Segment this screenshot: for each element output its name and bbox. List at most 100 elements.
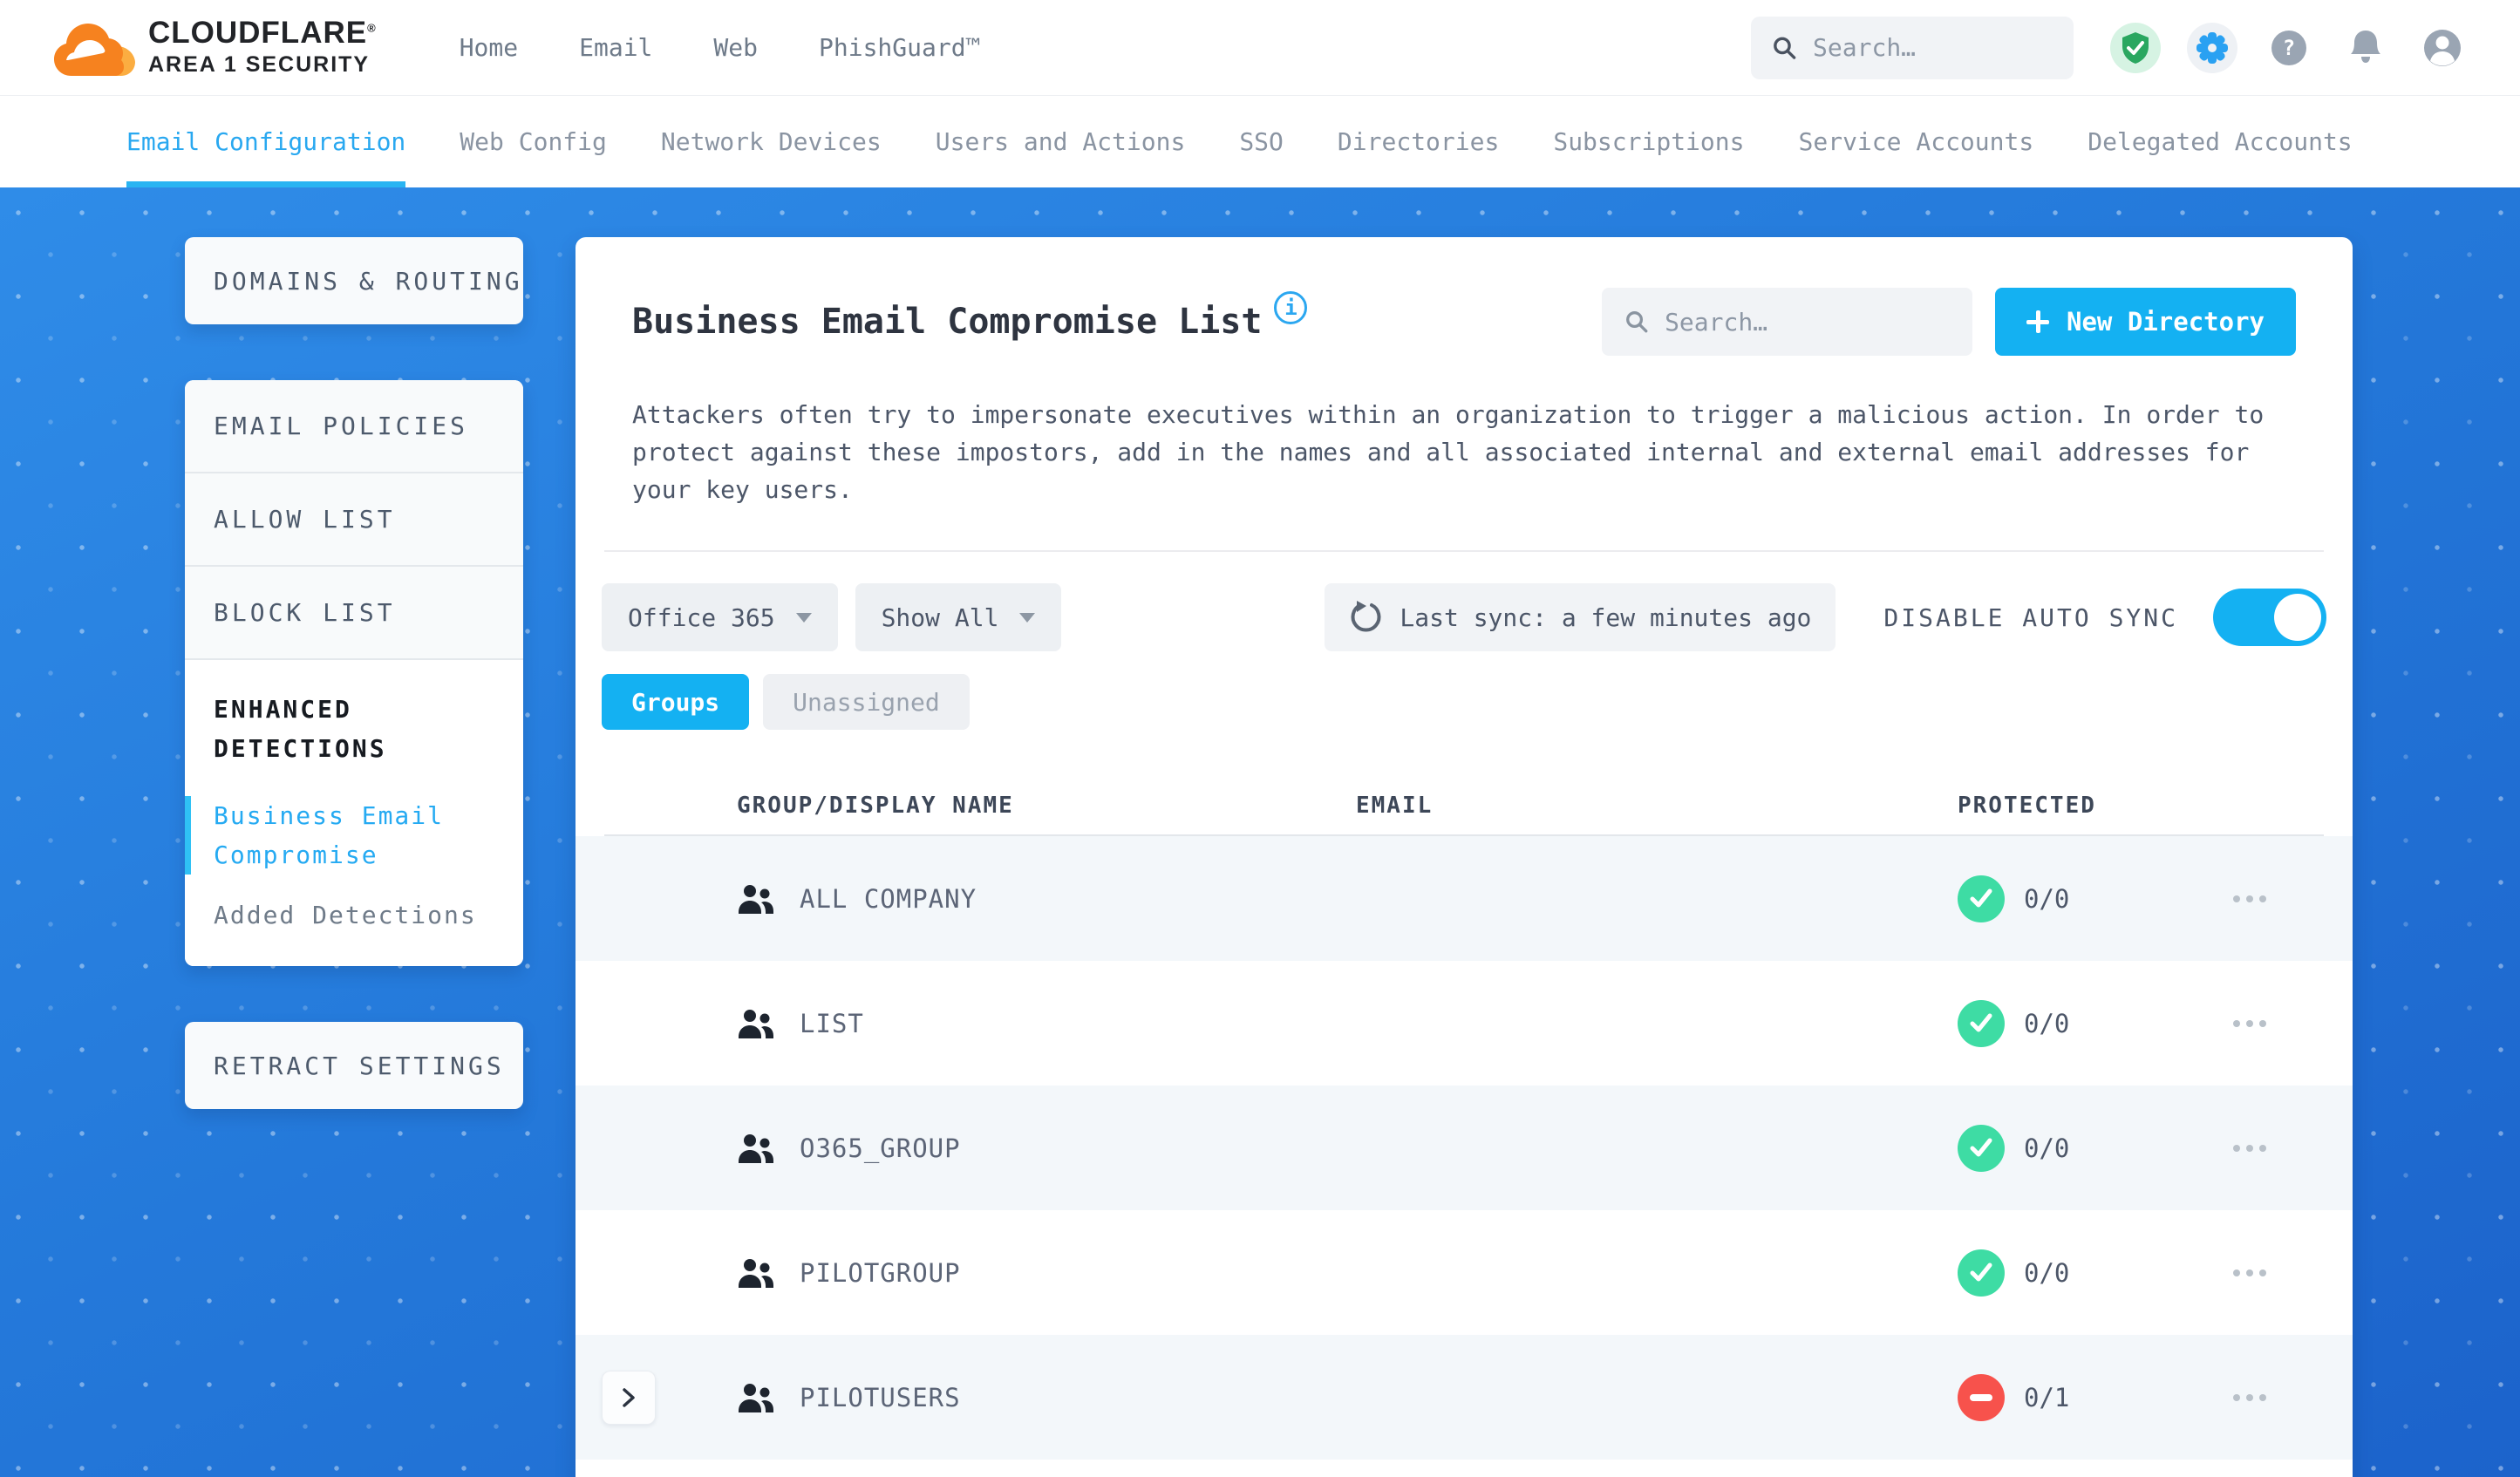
header-icon-row: ? <box>2110 22 2468 73</box>
table-row: ALL COMPANY 0/0 <box>576 836 2353 961</box>
last-sync-button[interactable]: Last sync: a few minutes ago <box>1325 583 1836 651</box>
directory-filter-dropdown[interactable]: Office 365 <box>602 583 838 651</box>
check-icon <box>1970 888 1992 907</box>
sidebar-item-block-list[interactable]: BLOCK LIST <box>185 567 523 660</box>
auto-sync-toggle[interactable] <box>2213 589 2326 646</box>
col-group-display-name: GROUP/DISPLAY NAME <box>737 793 1014 819</box>
panel-search[interactable] <box>1602 288 1973 356</box>
group-people-icon <box>739 1009 773 1038</box>
secondary-nav: Email Configuration Web Config Network D… <box>0 96 2520 187</box>
info-icon[interactable]: i <box>1274 291 1308 324</box>
last-sync-text: Last sync: a few minutes ago <box>1400 602 1812 632</box>
expander-cell <box>602 872 737 926</box>
sidebar-item-allow-list[interactable]: ALLOW LIST <box>185 473 523 567</box>
panel-header: Business Email Compromise List i New Dir… <box>632 288 2296 356</box>
logo-product: AREA 1 SECURITY <box>148 52 371 77</box>
minus-icon <box>1970 1393 1992 1401</box>
tab-directories[interactable]: Directories <box>1338 96 1499 187</box>
tab-delegated-accounts[interactable]: Delegated Accounts <box>2088 96 2352 187</box>
table-row: PILOTUSERS 0/1 <box>576 1335 2353 1460</box>
tab-sso[interactable]: SSO <box>1239 96 1284 187</box>
refresh-icon <box>1351 601 1381 632</box>
sidebar-label: RETRACT SETTINGS <box>214 1051 505 1080</box>
table-row: O365_GROUP 0/0 <box>576 1086 2353 1210</box>
group-name: O365_GROUP <box>800 1133 961 1163</box>
row-actions-icon[interactable] <box>2219 1393 2326 1401</box>
tab-web-config[interactable]: Web Config <box>460 96 607 187</box>
chevron-right-icon <box>623 1387 635 1407</box>
nav-web[interactable]: Web <box>713 33 758 62</box>
protected-cell: 0/0 <box>1958 875 2219 922</box>
status-badge <box>1958 999 2005 1047</box>
status-badge <box>1958 1373 2005 1421</box>
panel-header-controls: New Directory <box>1602 288 2296 356</box>
sidebar-item-retract-settings[interactable]: RETRACT SETTINGS <box>185 1022 523 1109</box>
view-tabs: Groups Unassigned <box>602 674 2326 730</box>
table-row: LIST 0/0 <box>576 961 2353 1086</box>
nav-home[interactable]: Home <box>460 33 518 62</box>
row-actions-icon[interactable] <box>2219 895 2326 902</box>
tab-network-devices[interactable]: Network Devices <box>661 96 882 187</box>
panel-search-input[interactable] <box>1665 307 1951 337</box>
group-people-icon <box>739 1133 773 1163</box>
sidebar-policy-card: EMAIL POLICIES ALLOW LIST BLOCK LIST ENH… <box>185 380 523 966</box>
new-directory-button[interactable]: New Directory <box>1995 288 2296 356</box>
tab-service-accounts[interactable]: Service Accounts <box>1799 96 2034 187</box>
protected-cell: 0/0 <box>1958 1249 2219 1297</box>
protected-count: 0/1 <box>2024 1382 2070 1412</box>
protected-count: 0/0 <box>2024 1133 2070 1163</box>
help-icon[interactable]: ? <box>2264 23 2314 73</box>
search-icon <box>1774 37 1796 59</box>
sidebar-item-added-detections[interactable]: Added Detections <box>214 901 497 929</box>
expand-row-button[interactable] <box>602 1370 656 1425</box>
tab-unassigned[interactable]: Unassigned <box>763 674 970 730</box>
groups-table: GROUP/DISPLAY NAME EMAIL PROTECTED ALL C… <box>576 775 2353 1460</box>
group-name-cell: LIST <box>737 1008 1356 1039</box>
logo-registered-mark: ® <box>367 21 377 35</box>
main-panel: Business Email Compromise List i New Dir… <box>576 237 2353 1477</box>
header-nav: Home Email Web PhishGuard™ <box>460 33 981 62</box>
sidebar-item-email-policies[interactable]: EMAIL POLICIES <box>185 380 523 473</box>
divider <box>604 550 2324 552</box>
tab-email-configuration[interactable]: Email Configuration <box>126 96 406 187</box>
sidebar-label: ALLOW LIST <box>214 505 396 534</box>
page-canvas: DOMAINS & ROUTING EMAIL POLICIES ALLOW L… <box>0 187 2520 1477</box>
group-people-icon <box>739 884 773 914</box>
header-search-input[interactable] <box>1813 33 2053 62</box>
toggle-knob <box>2274 594 2321 641</box>
check-icon <box>1970 1263 1992 1281</box>
sidebar-label: BLOCK LIST <box>214 598 396 627</box>
expander-cell <box>602 1121 737 1175</box>
shield-check-icon[interactable] <box>2110 22 2161 73</box>
page-description: Attackers often try to impersonate execu… <box>632 400 2265 504</box>
group-name-cell: ALL COMPANY <box>737 883 1356 915</box>
gear-icon[interactable] <box>2187 22 2237 73</box>
tab-subscriptions[interactable]: Subscriptions <box>1553 96 1744 187</box>
protected-count: 0/0 <box>2024 1257 2070 1288</box>
nav-phishguard[interactable]: PhishGuard™ <box>819 33 980 62</box>
sidebar-item-domains-routing[interactable]: DOMAINS & ROUTING <box>185 237 523 324</box>
row-actions-icon[interactable] <box>2219 1269 2326 1276</box>
sidebar-item-enhanced-detections[interactable]: ENHANCED DETECTIONS <box>214 690 497 768</box>
bell-icon[interactable] <box>2340 23 2391 73</box>
tab-groups[interactable]: Groups <box>602 674 750 730</box>
tab-users-and-actions[interactable]: Users and Actions <box>936 96 1186 187</box>
show-filter-dropdown[interactable]: Show All <box>855 583 1062 651</box>
chevron-down-icon <box>1019 612 1036 623</box>
protected-cell: 0/0 <box>1958 1124 2219 1172</box>
row-actions-icon[interactable] <box>2219 1144 2326 1152</box>
row-actions-icon[interactable] <box>2219 1019 2326 1027</box>
expander-cell <box>602 1246 737 1300</box>
sidebar-label: EMAIL POLICIES <box>214 412 469 440</box>
expander-cell <box>602 1370 737 1425</box>
user-icon[interactable] <box>2417 23 2468 73</box>
protected-cell: 0/1 <box>1958 1373 2219 1421</box>
group-people-icon <box>739 1383 773 1412</box>
header-search[interactable] <box>1751 16 2074 79</box>
table-body: ALL COMPANY 0/0 LIST 0/0 O365_GROUP 0/0 … <box>576 836 2353 1460</box>
table-row: PILOTGROUP 0/0 <box>576 1210 2353 1335</box>
nav-email[interactable]: Email <box>579 33 652 62</box>
sidebar-item-business-email-compromise[interactable]: Business Email Compromise <box>185 796 497 875</box>
protected-count: 0/0 <box>2024 883 2070 914</box>
status-badge <box>1958 1249 2005 1297</box>
